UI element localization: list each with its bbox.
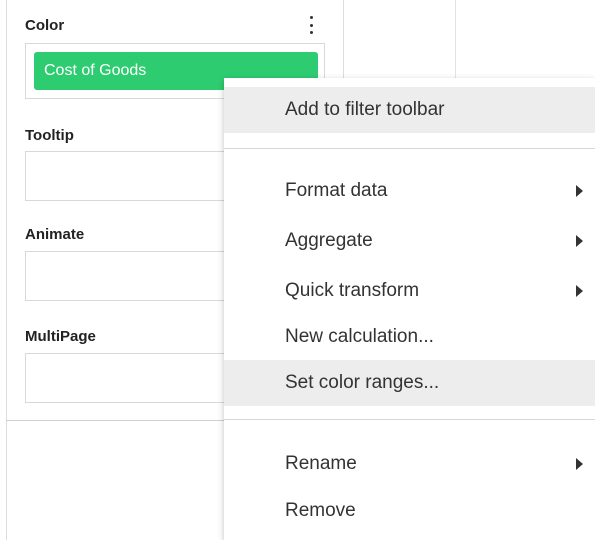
menu-item-new-calculation[interactable]: New calculation...	[224, 314, 595, 360]
menu-item-set-color-ranges[interactable]: Set color ranges...	[224, 360, 595, 406]
tooltip-section-title: Tooltip	[25, 127, 74, 144]
menu-item-rename[interactable]: Rename	[224, 441, 595, 487]
menu-item-label: Rename	[285, 453, 357, 474]
column-divider	[455, 0, 456, 80]
menu-item-label: Quick transform	[285, 280, 420, 301]
menu-item-label: New calculation...	[285, 326, 434, 347]
menu-item-label: Add to filter toolbar	[285, 99, 445, 120]
menu-item-remove[interactable]: Remove	[224, 488, 595, 534]
menu-item-format-data[interactable]: Format data	[224, 168, 595, 214]
menu-item-add-to-filter-toolbar[interactable]: Add to filter toolbar	[224, 87, 595, 133]
menu-item-label: Set color ranges...	[285, 372, 440, 393]
more-options-icon[interactable]	[306, 16, 316, 34]
submenu-arrow-icon	[576, 285, 583, 297]
submenu-arrow-icon	[576, 235, 583, 247]
menu-separator	[224, 419, 595, 420]
submenu-arrow-icon	[576, 185, 583, 197]
color-section-title: Color	[25, 17, 65, 34]
menu-item-quick-transform[interactable]: Quick transform	[224, 268, 595, 314]
menu-separator	[224, 148, 595, 149]
menu-item-aggregate[interactable]: Aggregate	[224, 218, 595, 264]
submenu-arrow-icon	[576, 458, 583, 470]
multipage-section-title: MultiPage	[25, 328, 96, 345]
animate-section-title: Animate	[25, 226, 85, 243]
panel-left-border	[6, 0, 7, 540]
menu-item-label: Aggregate	[285, 230, 373, 251]
context-menu: Add to filter toolbar Format data Aggreg…	[224, 78, 595, 540]
menu-item-label: Remove	[285, 500, 356, 521]
menu-item-label: Format data	[285, 180, 388, 201]
